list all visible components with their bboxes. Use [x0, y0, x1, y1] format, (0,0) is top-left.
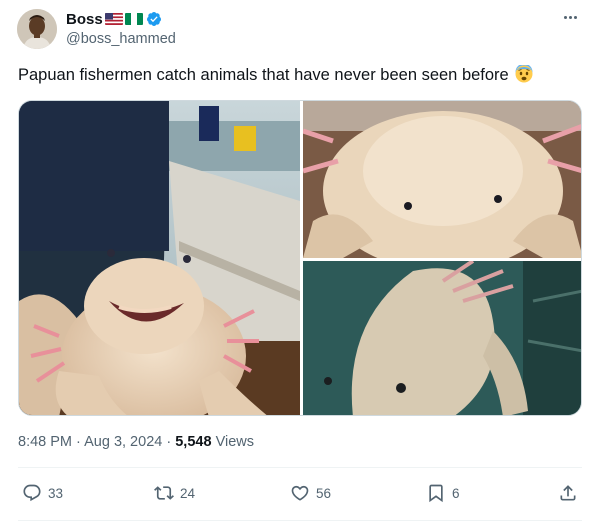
- tweet-time[interactable]: 8:48 PM: [18, 434, 72, 450]
- reply-button[interactable]: 33: [22, 483, 63, 503]
- views-count: 5,548: [175, 434, 212, 450]
- author-block: Boss @boss_hammed: [66, 10, 176, 48]
- tweet-date[interactable]: Aug 3, 2024: [84, 434, 162, 450]
- share-button[interactable]: [558, 483, 578, 503]
- axolotl-photo-boat[interactable]: [19, 101, 300, 415]
- axolotl-photo-closeup[interactable]: [303, 101, 581, 258]
- reply-icon: [23, 484, 41, 502]
- action-bar: 33 24 56 6: [18, 483, 582, 505]
- bookmark-button[interactable]: 6: [426, 483, 460, 503]
- divider-bottom: [18, 520, 582, 521]
- more-options-icon[interactable]: [558, 8, 582, 26]
- tweet-text-body: Papuan fishermen catch animals that have…: [18, 66, 509, 84]
- media-grid[interactable]: [18, 100, 582, 416]
- meta-separator-2: ·: [166, 434, 172, 450]
- handle[interactable]: @boss_hammed: [66, 31, 176, 47]
- meta-separator: ·: [76, 434, 81, 450]
- display-name[interactable]: Boss: [66, 11, 103, 28]
- verified-badge-icon[interactable]: [146, 11, 162, 27]
- bookmark-icon: [429, 484, 443, 503]
- share-icon: [560, 485, 576, 501]
- bookmark-count: 6: [452, 485, 460, 501]
- fearful-face-icon: [515, 63, 533, 83]
- retweet-button[interactable]: 24: [154, 483, 195, 503]
- divider-top: [18, 467, 582, 468]
- retweet-icon: [154, 486, 174, 500]
- heart-icon: [291, 485, 309, 501]
- retweet-count: 24: [180, 485, 196, 501]
- reply-count: 33: [48, 485, 64, 501]
- tweet[interactable]: Boss @boss_hammed Papuan fishermen catch…: [0, 0, 596, 523]
- nigeria-flag-icon: [124, 13, 143, 25]
- axolotl-photo-underwater[interactable]: [303, 261, 581, 415]
- tweet-text: Papuan fishermen catch animals that have…: [18, 63, 533, 86]
- views-label: Views: [215, 434, 254, 450]
- us-flag-icon: [104, 13, 123, 25]
- like-button[interactable]: 56: [290, 483, 331, 503]
- tweet-meta: 8:48 PM · Aug 3, 2024 · 5,548 Views: [18, 434, 254, 450]
- like-count: 56: [316, 485, 332, 501]
- avatar[interactable]: [17, 9, 57, 49]
